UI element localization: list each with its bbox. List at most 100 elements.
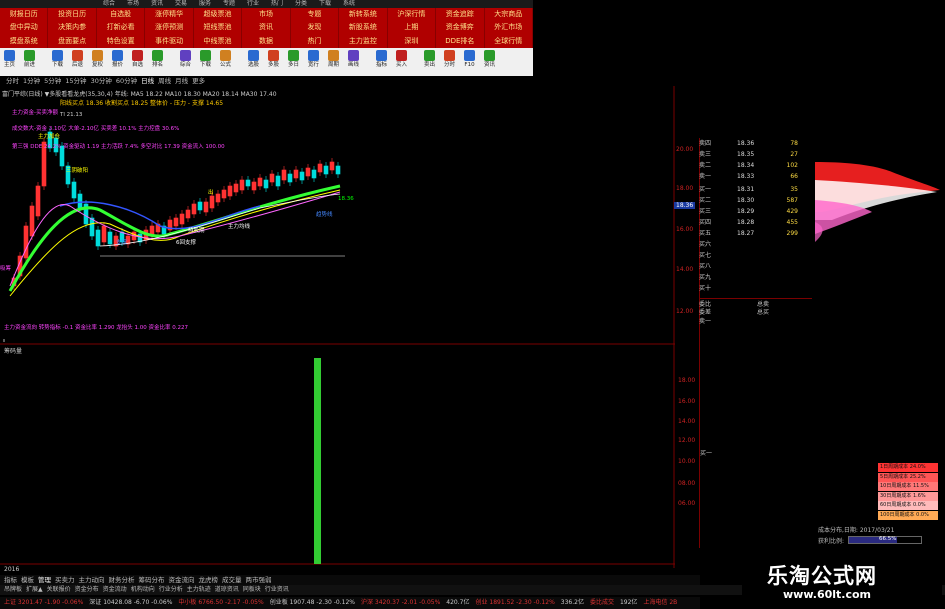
toolbar-button[interactable]: 前进 — [20, 48, 39, 74]
menu-grid-item[interactable]: 涨停预测 — [145, 21, 194, 35]
menu-grid-item[interactable]: 资金追踪 — [436, 8, 485, 22]
function-tab[interactable]: 道琼资讯 — [215, 585, 239, 595]
menu-grid-item[interactable]: 专题 — [291, 8, 340, 22]
menu-grid-item[interactable]: 主力监控 — [339, 34, 388, 48]
top-menu-item[interactable]: 分类 — [290, 0, 312, 8]
function-tab[interactable]: 吊牌板 — [4, 585, 22, 595]
indicator-tab[interactable]: 筹码分布 — [139, 575, 165, 585]
menu-grid-item[interactable]: 深圳 — [388, 34, 437, 48]
toolbar-button[interactable]: F10 — [460, 48, 479, 74]
menu-grid-item[interactable]: 涨停精华 — [145, 8, 194, 22]
top-menu-item[interactable]: 资讯 — [146, 0, 168, 8]
toolbar-button[interactable]: 下载 — [196, 48, 215, 74]
menu-grid-item[interactable]: 打新必看 — [97, 21, 146, 35]
toolbar-button[interactable]: 指标 — [372, 48, 391, 74]
top-menu-item[interactable]: 专题 — [218, 0, 240, 8]
toolbar-button[interactable]: 资讯 — [480, 48, 499, 74]
menu-grid-item[interactable]: 自选股 — [97, 8, 146, 22]
menu-grid-item[interactable]: 中线票池 — [194, 34, 243, 48]
menu-grid-item[interactable]: 资讯 — [242, 21, 291, 35]
menu-grid-item[interactable]: 决策内参 — [48, 21, 97, 35]
period-tab[interactable]: 周线 — [158, 76, 171, 86]
period-tab[interactable]: 分时 — [6, 76, 19, 86]
menu-grid-item[interactable]: 热门 — [291, 34, 340, 48]
menu-grid-item[interactable]: 投资日历 — [48, 8, 97, 22]
top-menu-item[interactable]: 下载 — [314, 0, 336, 8]
menu-grid-item[interactable]: 发现 — [291, 21, 340, 35]
menu-grid-item[interactable]: DDE排名 — [436, 34, 485, 48]
toolbar-button[interactable]: 分时 — [440, 48, 459, 74]
menu-grid-item[interactable]: 资金博弈 — [436, 21, 485, 35]
toolbar-button[interactable]: 画线 — [344, 48, 363, 74]
top-menu-item[interactable]: 市场 — [122, 0, 144, 8]
toolbar-button[interactable]: 排名 — [148, 48, 167, 74]
toolbar-button[interactable]: 选股 — [244, 48, 263, 74]
period-tab[interactable]: 更多 — [192, 76, 205, 86]
toolbar-button[interactable]: 后退 — [68, 48, 87, 74]
toolbar-button[interactable]: 报价 — [108, 48, 127, 74]
toolbar-button[interactable]: 复权 — [88, 48, 107, 74]
top-menu-item[interactable]: 服务 — [194, 0, 216, 8]
function-tab[interactable]: 资金分布 — [75, 585, 99, 595]
period-tab[interactable]: 1分钟 — [23, 76, 40, 86]
menu-grid-item[interactable]: 盘中异动 — [0, 21, 49, 35]
toolbar-button[interactable]: 多股 — [264, 48, 283, 74]
menu-grid-item[interactable]: 摸盘系统 — [0, 34, 49, 48]
menu-grid-item[interactable]: 事件驱动 — [145, 34, 194, 48]
menu-grid-item[interactable]: 上期 — [388, 21, 437, 35]
function-tab[interactable]: 资金流动 — [103, 585, 127, 595]
toolbar-button[interactable]: 公式 — [216, 48, 235, 74]
function-tab[interactable]: 机构动向 — [131, 585, 155, 595]
indicator-tab[interactable]: 财务分析 — [109, 575, 135, 585]
function-tab[interactable]: 扩展▲ — [26, 585, 43, 595]
toolbar-button[interactable]: 周期 — [324, 48, 343, 74]
menu-grid-item[interactable]: 新转系统 — [339, 8, 388, 22]
toolbar-button[interactable]: 多日 — [284, 48, 303, 74]
indicator-tab[interactable]: 两市强弱 — [246, 575, 272, 585]
menu-grid-item[interactable]: 外汇市场 — [485, 21, 533, 35]
toolbar-button[interactable]: 综合 — [176, 48, 195, 74]
toolbar-button[interactable]: 卖出 — [420, 48, 439, 74]
toolbar-button[interactable]: 宽行 — [304, 48, 323, 74]
menu-grid-item[interactable]: 短线票池 — [194, 21, 243, 35]
top-menu-item[interactable]: 行业 — [242, 0, 264, 8]
period-tab[interactable]: 30分钟 — [91, 76, 112, 86]
function-tab[interactable]: 行业分析 — [159, 585, 183, 595]
period-tab[interactable]: 60分钟 — [116, 76, 137, 86]
function-tab[interactable]: 关联报价 — [47, 585, 71, 595]
menu-grid-item[interactable]: 新股系统 — [339, 21, 388, 35]
indicator-tab[interactable]: 资金流向 — [169, 575, 195, 585]
indicator-tab[interactable]: 买卖力 — [55, 575, 75, 585]
indicator-tab[interactable]: 成交量 — [222, 575, 242, 585]
function-tab[interactable]: 同板块 — [243, 585, 261, 595]
toolbar-button[interactable]: 下载 — [48, 48, 67, 74]
menu-grid-item[interactable]: 全球行情 — [485, 34, 533, 48]
indicator-tab[interactable]: 主力动向 — [79, 575, 105, 585]
indicator-tab[interactable]: 管理 — [38, 575, 51, 585]
function-tab[interactable]: 行业资讯 — [265, 585, 289, 595]
toolbar-button[interactable]: 自选 — [128, 48, 147, 74]
volume-side-label: 买一 — [700, 450, 713, 457]
top-menu-item[interactable]: 系统 — [338, 0, 360, 8]
period-tab[interactable]: 15分钟 — [65, 76, 86, 86]
period-tab[interactable]: 日线 — [141, 76, 154, 86]
top-menu-item[interactable]: 热门 — [266, 0, 288, 8]
menu-grid-item[interactable]: 财报日历 — [0, 8, 49, 22]
toolbar-button[interactable]: 主页 — [0, 48, 19, 74]
indicator-tab[interactable]: 指标 — [4, 575, 17, 585]
period-tab[interactable]: 5分钟 — [44, 76, 61, 86]
menu-grid-item[interactable]: 超级票池 — [194, 8, 243, 22]
period-tab[interactable]: 月线 — [175, 76, 188, 86]
menu-grid-item[interactable]: 盘面要点 — [48, 34, 97, 48]
top-menu-item[interactable]: 交易 — [170, 0, 192, 8]
top-menu-item[interactable]: 综合 — [98, 0, 120, 8]
menu-grid-item[interactable]: 大宗商品 — [485, 8, 533, 22]
menu-grid-item[interactable]: 特色设置 — [97, 34, 146, 48]
toolbar-button[interactable]: 买入 — [392, 48, 411, 74]
indicator-tab[interactable]: 模板 — [21, 575, 34, 585]
function-tab[interactable]: 主力轨迹 — [187, 585, 211, 595]
menu-grid-item[interactable]: 数据 — [242, 34, 291, 48]
indicator-tab[interactable]: 龙虎榜 — [199, 575, 219, 585]
menu-grid-item[interactable]: 沪深行情 — [388, 8, 437, 22]
menu-grid-item[interactable]: 市场 — [242, 8, 291, 22]
